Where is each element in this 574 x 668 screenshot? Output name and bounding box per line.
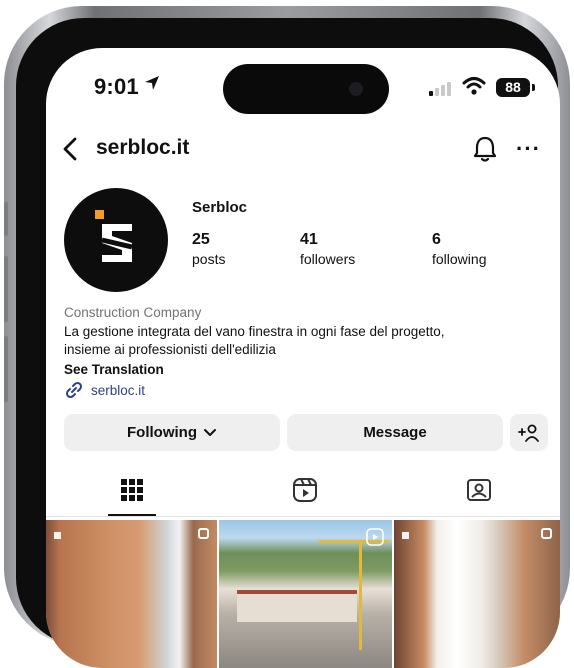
suggest-people-button[interactable] [510, 414, 548, 451]
stat-label: posts [192, 251, 226, 267]
stat-label: following [432, 251, 487, 267]
grid-icon [121, 479, 143, 501]
post-thumbnail[interactable] [46, 520, 217, 668]
status-time: 9:01 [94, 74, 139, 99]
screen: 9:01 88 serbloc.it ··· Serbloc 25 posts … [46, 48, 560, 668]
battery-tip [532, 84, 535, 91]
mute-switch [4, 202, 8, 236]
volume-up-button [4, 256, 8, 322]
stat-value: 41 [300, 231, 318, 248]
profile-link[interactable]: serbloc.it [64, 380, 145, 400]
phone-bezel: 9:01 88 serbloc.it ··· Serbloc 25 posts … [16, 18, 560, 668]
stat-value: 25 [192, 231, 210, 248]
stat-posts[interactable]: 25 posts [192, 231, 225, 267]
dynamic-island [223, 64, 389, 114]
volume-down-button [4, 336, 8, 402]
serbloc-logo-icon [101, 224, 133, 262]
stat-followers[interactable]: 41 followers [300, 231, 355, 267]
display-name: Serbloc [192, 199, 248, 216]
profile-link-text: serbloc.it [91, 382, 146, 398]
message-button[interactable]: Message [287, 414, 503, 451]
post-thumbnail[interactable] [394, 520, 560, 668]
building-roof [237, 590, 357, 622]
bio-line: insieme ai professionisti dell'edilizia [64, 342, 276, 357]
carousel-icon [198, 528, 209, 539]
tab-tagged[interactable] [459, 474, 499, 506]
reels-icon [293, 478, 317, 502]
carousel-icon [541, 528, 552, 539]
post-thumbnail[interactable] [219, 520, 392, 668]
link-icon [65, 381, 83, 399]
phone-frame: 9:01 88 serbloc.it ··· Serbloc 25 posts … [4, 6, 570, 668]
profile-bio: La gestione integrata del vano finestra … [64, 323, 534, 359]
camera-icon [349, 82, 363, 96]
reel-badge-icon [366, 528, 384, 546]
bell-icon[interactable] [472, 135, 498, 163]
following-button[interactable]: Following [64, 414, 280, 451]
location-arrow-icon [145, 76, 159, 90]
stat-value: 6 [432, 231, 441, 248]
back-icon[interactable] [60, 136, 82, 162]
see-translation-link[interactable]: See Translation [64, 362, 164, 377]
avatar[interactable] [64, 188, 168, 292]
bio-line: La gestione integrata del vano finestra … [64, 324, 445, 339]
add-person-icon [518, 424, 539, 442]
chevron-down-icon [203, 428, 216, 436]
stat-following[interactable]: 6 following [432, 231, 486, 267]
serbloc-watermark-icon [54, 532, 61, 539]
tab-reels[interactable] [285, 474, 325, 506]
tab-posts-grid[interactable] [112, 474, 152, 506]
tabs-divider [46, 516, 560, 517]
battery-indicator: 88 [496, 78, 530, 97]
wifi-icon [462, 77, 486, 95]
following-button-label: Following [127, 424, 197, 441]
profile-category: Construction Company [64, 305, 202, 320]
stat-label: followers [300, 251, 356, 267]
message-button-label: Message [363, 424, 427, 441]
crane-mast [359, 540, 362, 650]
more-options-icon[interactable]: ··· [516, 136, 541, 162]
profile-handle: serbloc.it [96, 136, 190, 159]
serbloc-watermark-icon [402, 532, 409, 539]
tagged-icon [467, 479, 491, 501]
cellular-signal-icon [429, 82, 451, 96]
